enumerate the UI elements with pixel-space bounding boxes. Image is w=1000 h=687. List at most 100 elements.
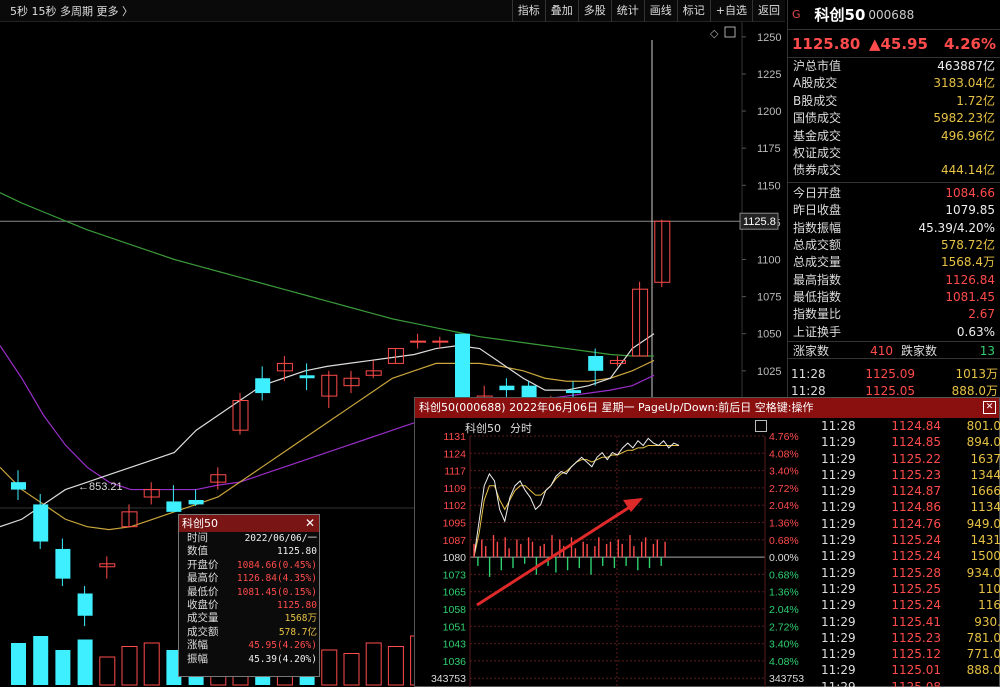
tooltip-row: 时间 2022/06/06/一 <box>179 532 319 545</box>
left-tick-label: 1102 <box>443 500 466 512</box>
trade-time: 11:29 <box>821 533 856 548</box>
diamond-icon: ◇ <box>710 27 719 40</box>
tooltip-value: 45.95(4.26%) <box>248 640 317 652</box>
quote-header: G 科创50 000688 <box>788 0 1000 30</box>
tooltip-value: 1081.45(0.15%) <box>236 586 317 598</box>
toolbar-button[interactable]: 统计 <box>610 0 644 22</box>
y-tick-label: 1250 <box>757 32 781 44</box>
quote-row: 指数量比 2.67 <box>788 306 1000 323</box>
trade-row: 11:29 1125.23 781.0 <box>818 630 1000 646</box>
trade-price: 1125.01 <box>891 663 941 678</box>
panel-toggle-icon <box>724 26 736 38</box>
trade-row: 11:29 1124.85 894.0 <box>818 434 1000 450</box>
trade-volume <box>941 679 1000 687</box>
right-tick-label: 2.72% <box>769 483 799 495</box>
tooltip-key: 涨幅 <box>187 639 208 652</box>
market-breadth: 涨家数 410 跌家数 13 <box>788 341 1000 360</box>
trade-time: 11:28 <box>821 419 856 433</box>
fall-count: 13 <box>979 344 995 359</box>
trade-time: 11:29 <box>821 647 856 662</box>
intraday-chart[interactable]: 1131 4.76% 1124 4.08% 1117 3.40% 1109 2.72% 1102… <box>415 418 817 687</box>
trade-price: 1125.41 <box>891 614 941 629</box>
trade-volume: 1500 <box>970 549 1000 564</box>
trade-volume: 1637 <box>970 451 1000 466</box>
trade-time: 11:29 <box>821 630 856 645</box>
trade-volume: 801.0 <box>966 419 1000 433</box>
quote-row-label: 最高指数 <box>793 272 842 287</box>
quote-row: 上证换手 0.63% <box>788 324 1000 341</box>
candle-body <box>77 593 93 616</box>
trade-price: 1125.23 <box>891 467 941 482</box>
candle-body <box>588 355 604 371</box>
toolbar-button[interactable]: 指标 <box>511 0 545 22</box>
candle-body <box>566 390 581 394</box>
trade-row: 11:29 1125.41 930. <box>818 614 1000 630</box>
trade-time: 11:29 <box>821 451 856 466</box>
toolbar-button[interactable]: 返回 <box>752 0 785 22</box>
right-tick-label: 2.04% <box>769 604 799 616</box>
y-tick-label: 1200 <box>757 106 781 118</box>
trade-price: 1124.87 <box>891 484 941 499</box>
tooltip-key: 时间 <box>187 532 208 544</box>
quote-row: B股成交 1.72亿 <box>788 93 1000 110</box>
period-selector[interactable]: 5秒 15秒 多周期 更多 〉 <box>10 3 133 19</box>
quote-row-value: 3183.04亿 <box>933 76 995 91</box>
trade-volume: 771.0 <box>966 647 1000 662</box>
toolbar-button[interactable]: 画线 <box>643 0 677 22</box>
volume-bar <box>343 653 360 686</box>
trade-time: 11:29 <box>821 435 856 450</box>
tooltip-row: 最高价 1126.84(4.35%) <box>179 572 319 585</box>
quote-row-label: 权证成交 <box>793 145 842 160</box>
trade-time: 11:29 <box>821 516 856 531</box>
quote-row: 基金成交 496.96亿 <box>788 128 1000 145</box>
quote-row: 指数振幅 45.39/4.20% <box>788 220 1000 237</box>
quote-row-value: 1084.66 <box>945 185 995 200</box>
toolbar-button[interactable]: 标记 <box>676 0 710 22</box>
volume-bar <box>321 649 338 686</box>
toolbar-button[interactable]: 多股 <box>577 0 611 22</box>
trade-price: 1125.24 <box>891 549 941 564</box>
trade-time: 11:29 <box>821 581 856 596</box>
data-tooltip-window: 科创50 ✕ 时间 2022/06/06/一 数值 1125.80 开盘价 1084.66… <box>178 514 320 677</box>
quote-row-label: 债券成交 <box>793 163 842 178</box>
quote-row-label: 昨日收盘 <box>793 203 842 218</box>
trade-time: 11:29 <box>821 679 856 687</box>
left-tick-label: 1065 <box>443 587 467 599</box>
chart-toolbar: 5秒 15秒 多周期 更多 〉 指标 叠加 多股 统计 画线 标记 +自选 返回 <box>0 0 785 22</box>
toolbar-button[interactable]: +自选 <box>709 0 752 22</box>
tooltip-close-icon[interactable]: ✕ <box>305 515 315 532</box>
trade-price: 1125.28 <box>891 565 941 580</box>
tooltip-header: 科创50 ✕ <box>179 515 319 532</box>
quote-row: 总成交量 1568.4万 <box>788 254 1000 271</box>
trade-price: 1125.09 <box>865 367 915 381</box>
intraday-close-icon[interactable]: ✕ <box>983 401 996 414</box>
trade-price: 1124.85 <box>891 435 941 450</box>
trade-price: 1124.86 <box>891 500 941 515</box>
tooltip-row: 数值 1125.80 <box>179 545 319 558</box>
trade-time: 11:29 <box>821 663 856 678</box>
quote-row-value: 45.39/4.20% <box>918 220 995 235</box>
quote-row-value: 2.67 <box>968 307 995 322</box>
ma-line-green <box>0 192 654 357</box>
tooltip-key: 最低价 <box>187 585 219 598</box>
tick-trades-top: 11:28 1125.09 1013万 11:28 1125.05 888.0万 <box>787 366 1000 400</box>
trade-row: 11:29 1125.01 888.0 <box>818 662 1000 678</box>
trade-price: 1124.84 <box>891 419 941 433</box>
trade-volume: 1134 <box>970 500 1000 515</box>
quote-row-label: 上证换手 <box>793 324 842 339</box>
y-tick-label: 1050 <box>757 329 781 341</box>
intraday-window[interactable]: 科创50(000688) 2022年06月06日 星期一 PageUp/Down… <box>414 397 1000 687</box>
rise-count: 410 <box>870 344 893 359</box>
quote-row-label: 基金成交 <box>793 128 842 143</box>
y-tick-label: 1175 <box>757 143 781 155</box>
left-tick-label: 1073 <box>443 569 467 581</box>
tooltip-key: 最高价 <box>187 572 219 585</box>
left-tick-label: 1087 <box>443 535 467 547</box>
trade-row: 11:29 1125.22 1637 <box>818 451 1000 467</box>
candle-body <box>432 340 449 343</box>
candle-body <box>410 340 427 343</box>
toolbar-button[interactable]: 叠加 <box>544 0 578 22</box>
trade-time: 11:29 <box>821 500 856 515</box>
quote-row-label: 今日开盘 <box>793 185 842 200</box>
candle-body <box>299 375 315 379</box>
